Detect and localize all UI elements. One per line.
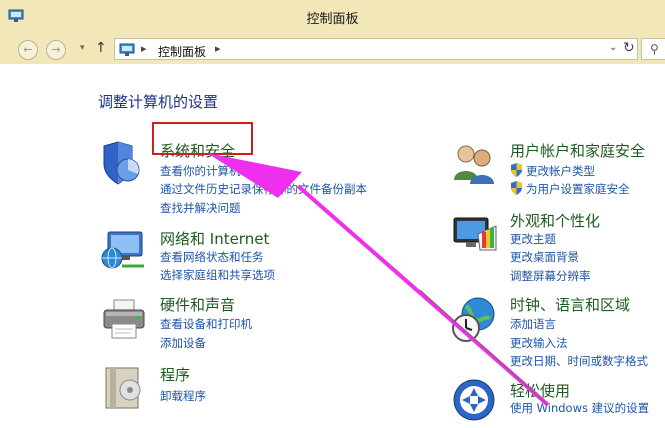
address-control-panel-icon	[119, 42, 135, 61]
globe-clock-icon	[450, 296, 498, 344]
navigation-bar: ← → ▾ ↑ ▸ 控制面板 ▸ ⌄ ↻ ⚲	[0, 34, 665, 64]
programs-box-icon	[100, 364, 148, 412]
link-troubleshoot[interactable]: 查找并解决问题	[160, 200, 241, 216]
link-family-safety[interactable]: 为用户设置家庭安全	[526, 181, 630, 197]
highlight-box	[152, 122, 253, 155]
forward-arrow-icon[interactable]: →	[46, 40, 66, 60]
users-icon	[450, 140, 498, 188]
page-heading: 调整计算机的设置	[98, 93, 219, 111]
link-screen-resolution[interactable]: 调整屏幕分辨率	[510, 268, 591, 284]
link-uninstall-program[interactable]: 卸载程序	[160, 388, 206, 404]
category-title-clock-language-region[interactable]: 时钟、语言和区域	[510, 294, 630, 315]
network-globe-icon	[100, 228, 148, 276]
link-change-date-time-format[interactable]: 更改日期、时间或数字格式	[510, 353, 648, 369]
uac-shield-icon	[510, 180, 523, 199]
up-arrow-icon[interactable]: ↑	[95, 40, 107, 56]
link-change-account-type[interactable]: 更改帐户类型	[526, 163, 595, 179]
breadcrumb-chevron-icon[interactable]: ▸	[215, 42, 221, 55]
printer-icon	[100, 296, 148, 344]
category-title-programs[interactable]: 程序	[160, 364, 190, 385]
monitor-palette-icon	[450, 212, 498, 260]
address-dropdown-icon[interactable]: ⌄	[609, 42, 617, 53]
category-title-appearance[interactable]: 外观和个性化	[510, 210, 600, 231]
title-bar: 控制面板	[0, 0, 665, 35]
link-network-status[interactable]: 查看网络状态和任务	[160, 249, 264, 265]
link-homegroup-sharing[interactable]: 选择家庭组和共享选项	[160, 267, 275, 283]
link-add-language[interactable]: 添加语言	[510, 316, 556, 332]
back-arrow-icon[interactable]: ←	[18, 40, 38, 60]
link-view-computer-status[interactable]: 查看你的计算机状态	[160, 163, 264, 179]
shield-icon	[100, 140, 148, 188]
search-input[interactable]: ⚲	[641, 38, 665, 60]
breadcrumb-separator-icon[interactable]: ▸	[141, 42, 147, 55]
recent-pages-chevron-icon[interactable]: ▾	[80, 43, 85, 53]
link-add-device[interactable]: 添加设备	[160, 335, 206, 351]
link-devices-printers[interactable]: 查看设备和打印机	[160, 316, 252, 332]
uac-shield-icon	[510, 162, 523, 181]
category-title-network-internet[interactable]: 网络和 Internet	[160, 228, 269, 249]
search-icon: ⚲	[650, 42, 659, 56]
ease-of-access-icon	[450, 376, 498, 424]
category-title-hardware-sound[interactable]: 硬件和声音	[160, 294, 235, 315]
link-desktop-background[interactable]: 更改桌面背景	[510, 249, 579, 265]
refresh-icon[interactable]: ↻	[623, 40, 635, 56]
link-file-history-backup[interactable]: 通过文件历史记录保存你的文件备份副本	[160, 181, 367, 197]
link-change-theme[interactable]: 更改主题	[510, 231, 556, 247]
address-bar[interactable]: ▸ 控制面板 ▸ ⌄ ↻	[114, 38, 638, 60]
link-change-input-method[interactable]: 更改输入法	[510, 335, 568, 351]
category-title-user-accounts[interactable]: 用户帐户和家庭安全	[510, 140, 645, 161]
link-recommended-settings[interactable]: 使用 Windows 建议的设置	[510, 400, 649, 416]
window-title: 控制面板	[306, 12, 359, 27]
category-title-ease-of-access[interactable]: 轻松使用	[510, 380, 570, 401]
breadcrumb[interactable]: 控制面板	[158, 43, 206, 60]
